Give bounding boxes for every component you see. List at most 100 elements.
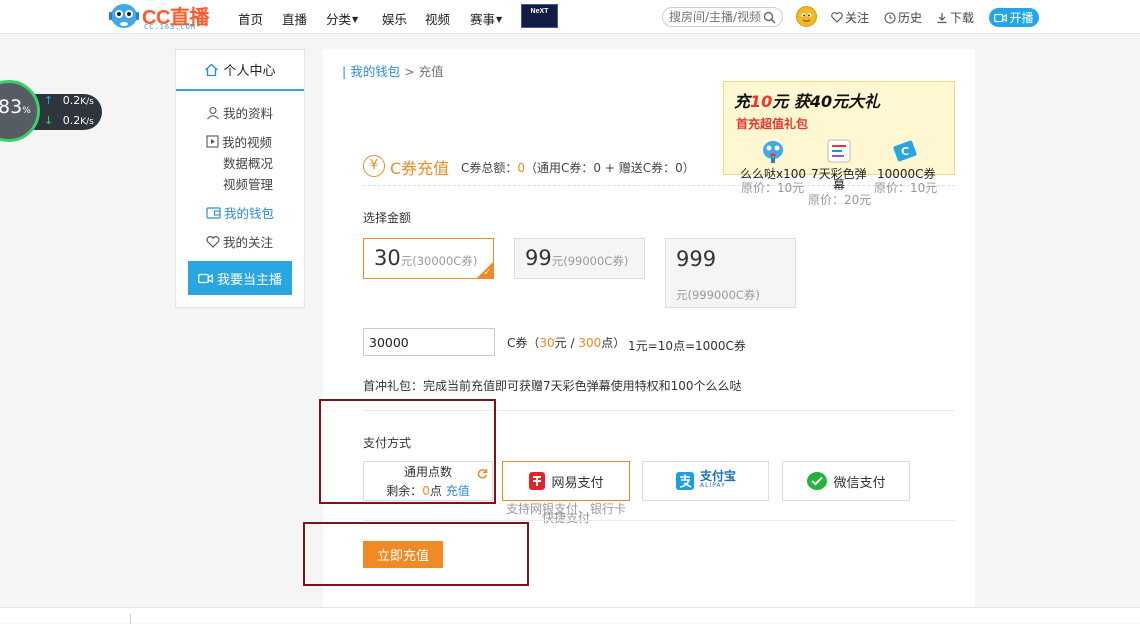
breadcrumb-current: 充值 <box>418 64 444 79</box>
sidebar-item-profile[interactable]: 我的资料 <box>206 103 273 122</box>
conv-points-unit: 点） <box>601 336 626 350</box>
smiley-avatar-icon <box>801 13 812 22</box>
nav-category[interactable]: 分类▼ <box>326 9 358 28</box>
annotation-box-submit <box>303 522 529 586</box>
search-icon[interactable] <box>763 11 776 24</box>
nav-video[interactable]: 视频 <box>425 9 450 28</box>
amount-99-detail: (99000C券) <box>563 254 629 268</box>
coupon-balance-detail: （通用C券：0 + 赠送C券：0） <box>525 161 695 175</box>
game-event-badge[interactable]: NeXT <box>521 4 558 28</box>
download-link[interactable]: 下载 <box>936 9 974 26</box>
amount-999-detail: (999000C券) <box>687 288 760 302</box>
breadcrumb-marker: | <box>342 64 347 79</box>
nav-home[interactable]: 首页 <box>238 9 263 28</box>
amount-30-detail: (30000C券) <box>412 254 478 268</box>
conversion-text: C券（30元 / 300点） <box>507 334 625 351</box>
sidebar-header[interactable]: 个人中心 <box>176 50 304 91</box>
breadcrumb-wallet-link[interactable]: 我的钱包 <box>350 64 400 79</box>
recharge-title: C券充值 <box>390 159 450 178</box>
first-recharge-gift-text: 首冲礼包：完成当前充值即可获赠7天彩色弹幕使用特权和100个么么哒 <box>363 379 742 393</box>
top-navbar: CC直播 CC.163.COM 首页 直播 分类▼ 娱乐 视频 赛事▼ NeXT… <box>0 0 1140 34</box>
amount-option-30[interactable]: 30元(30000C券) ✓ <box>363 238 494 279</box>
speed-percent-value: 83 <box>0 96 23 118</box>
personal-center-sidebar: 个人中心 我的资料 我的视频 数据概况 视频管理 我的钱包 我的关注 我要当主播 <box>175 49 305 308</box>
heart-icon <box>206 235 220 248</box>
conv-yuan-unit: 元 / <box>554 336 579 350</box>
pay-alipay-sub: ALIPAY <box>699 482 726 489</box>
sidebar-item-following[interactable]: 我的关注 <box>206 232 273 251</box>
pay-alipay-label: 支付宝 <box>699 469 736 483</box>
video-file-icon <box>206 135 219 148</box>
go-live-button[interactable]: 开播 <box>989 8 1039 27</box>
history-link[interactable]: 历史 <box>884 9 922 26</box>
memeda-mascot-icon <box>763 141 783 163</box>
be-anchor-label: 我要当主播 <box>216 272 282 288</box>
amount-30-value: 30 <box>374 246 401 270</box>
camera-icon <box>994 13 1008 22</box>
c-coupon-icon: C <box>893 140 917 162</box>
choose-amount-label: 选择金额 <box>363 211 412 225</box>
download-speed-unit: K/s <box>80 117 94 127</box>
pay-option-netease[interactable]: 网易支付 <box>502 461 630 501</box>
sidebar-item-videos-label: 我的视频 <box>222 135 273 150</box>
promo-headline-2: 元 获 <box>772 92 810 111</box>
logo-subtext: CC.163.COM <box>144 23 197 31</box>
pay-option-alipay[interactable]: 支付宝 ALIPAY <box>642 461 769 501</box>
download-icon <box>937 12 947 23</box>
upload-speed-unit: K/s <box>80 97 94 107</box>
sidebar-item-wallet[interactable]: 我的钱包 <box>206 203 274 222</box>
follow-link[interactable]: 关注 <box>831 9 869 26</box>
search-input[interactable] <box>669 8 761 26</box>
promo-headline-1: 充 <box>734 92 751 111</box>
nav-events[interactable]: 赛事▼ <box>470 9 502 28</box>
search-box[interactable] <box>662 7 783 27</box>
user-avatar[interactable] <box>796 6 817 27</box>
custom-amount-field[interactable] <box>363 328 495 356</box>
svg-text:C: C <box>901 145 909 158</box>
cc-logo[interactable]: CC直播 CC.163.COM <box>108 1 214 33</box>
network-speed-widget[interactable]: 83% ↑ 0.2K/s ↓ 0.2K/s <box>0 80 104 142</box>
breadcrumb: | 我的钱包 > 充值 <box>342 61 444 80</box>
custom-amount-input[interactable] <box>369 329 489 355</box>
nav-entertainment[interactable]: 娱乐 <box>382 9 407 28</box>
amount-option-999[interactable]: 999 元(999000C券) <box>665 238 796 308</box>
gift-memeda-price: 原价：10元 <box>741 181 805 195</box>
nav-live[interactable]: 直播 <box>282 9 307 28</box>
promo-num-2: 40 <box>809 92 833 111</box>
upload-speed: ↑ 0.2K/s <box>44 94 94 107</box>
exchange-rate: 1元=10点=1000C券 <box>628 339 746 353</box>
chevron-down-icon: ▼ <box>352 15 359 24</box>
sidebar-item-videos[interactable]: 我的视频 <box>206 132 272 151</box>
arrow-up-icon: ↑ <box>44 94 54 107</box>
annotation-box-pay-points <box>319 399 496 504</box>
alipay-icon <box>675 472 694 490</box>
wallet-icon <box>206 206 221 219</box>
first-recharge-promo[interactable]: 充10元 获40元大礼 首充超值礼包 C <box>723 81 955 175</box>
sidebar-item-following-label: 我的关注 <box>223 235 274 250</box>
divider <box>363 520 955 521</box>
amount-30-unit: 元 <box>400 254 413 268</box>
arrow-down-icon: ↓ <box>44 114 54 127</box>
nav-events-label: 赛事 <box>470 12 496 27</box>
follow-label: 关注 <box>845 11 870 25</box>
promo-headline: 充10元 获40元大礼 <box>734 88 880 112</box>
amount-option-99[interactable]: 99元(99000C券) <box>514 238 645 279</box>
coupon-balance: C券总额：0（通用C券：0 + 赠送C券：0） <box>461 159 695 176</box>
be-anchor-button[interactable]: 我要当主播 <box>188 261 292 295</box>
heart-icon <box>831 12 843 23</box>
amount-999-value: 999 <box>676 247 717 271</box>
sidebar-item-wallet-label: 我的钱包 <box>224 206 275 221</box>
sidebar-item-data-overview[interactable]: 数据概况 <box>223 153 273 172</box>
sidebar-item-video-manage[interactable]: 视频管理 <box>223 174 273 193</box>
title-divider <box>363 185 955 186</box>
home-icon <box>205 63 219 76</box>
pay-option-wechat[interactable]: 微信支付 <box>782 461 910 501</box>
speed-percent: 83% <box>0 96 31 118</box>
pay-netease-label: 网易支付 <box>551 475 604 491</box>
sidebar-item-profile-label: 我的资料 <box>223 106 274 121</box>
alipay-text: 支付宝 ALIPAY <box>699 469 736 491</box>
gift-danmaku-price: 原价：20元 <box>808 193 872 207</box>
download-speed-value: 0.2 <box>62 114 81 127</box>
promo-subtitle: 首充超值礼包 <box>736 117 809 131</box>
camera-icon <box>198 273 213 283</box>
